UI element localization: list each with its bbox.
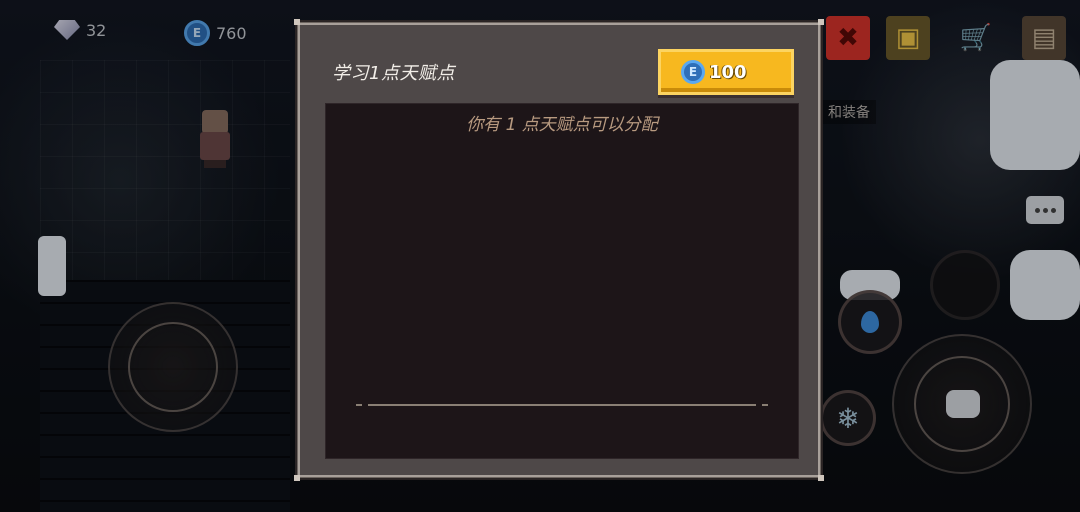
divider	[356, 404, 768, 406]
talent-dialog: 学习1点天赋点 E 100 你有 1 点天赋点可以分配	[294, 19, 824, 481]
talent-panel: 你有 1 点天赋点可以分配	[325, 103, 799, 459]
dialog-title: 学习1点天赋点	[332, 63, 455, 84]
learn-talent-button[interactable]: E 100	[658, 49, 794, 95]
cost-label: 100	[709, 61, 747, 83]
talent-points-info: 你有 1 点天赋点可以分配	[466, 115, 658, 135]
coin-icon: E	[681, 60, 705, 84]
